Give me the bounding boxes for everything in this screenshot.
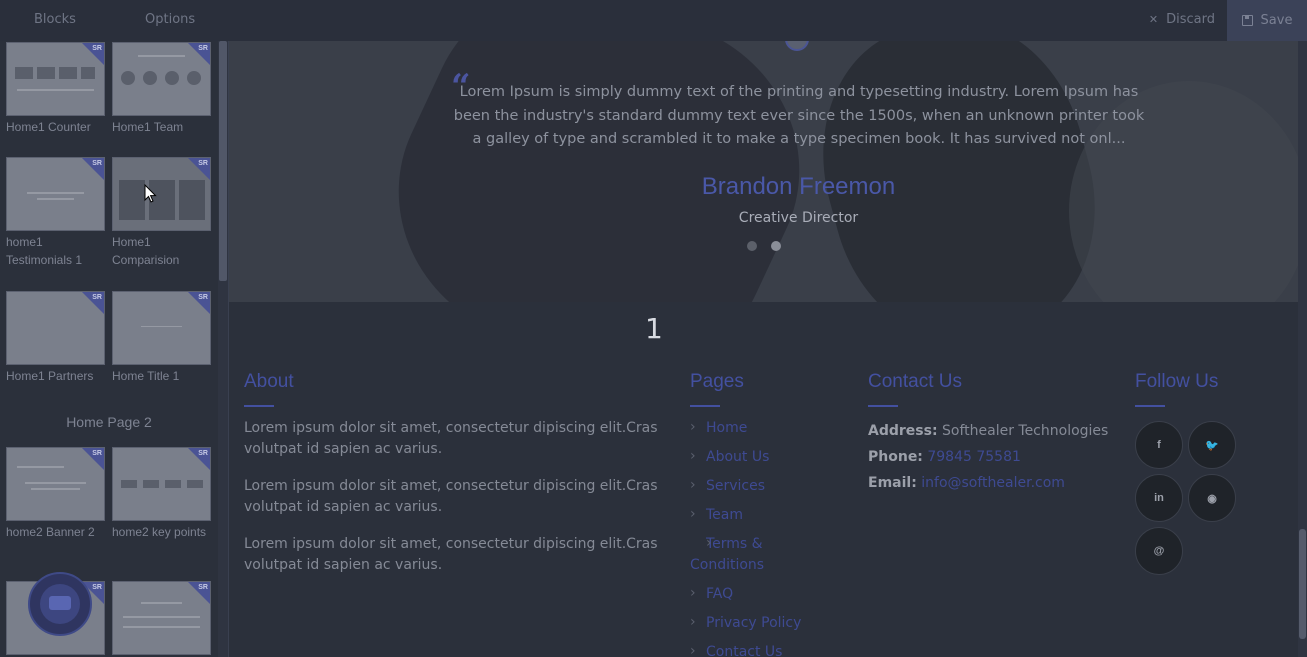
section-title: Home Page 2 [66,414,152,430]
mouse-cursor-icon [144,184,157,203]
pages-underline [690,405,720,407]
about-underline [244,405,274,407]
github-icon[interactable]: ◉ [1188,474,1236,522]
block-thumbnail: SR [112,157,211,231]
block-label: home2 key points [112,525,207,539]
scrollbar-thumb[interactable] [1299,529,1306,639]
block-thumbnail: SR [6,42,105,116]
pages-title: Pages [690,371,744,392]
follow-title: Follow Us [1135,371,1219,392]
discard-button[interactable]: ✕ Discard [1149,12,1215,27]
tab-blocks[interactable]: Blocks [34,12,76,27]
footer-link-privacy[interactable]: Privacy Policy [690,612,820,634]
block-label: Home Title 1 [112,369,180,383]
badge-text: SR [198,294,208,301]
page-preview: “ Lorem Ipsum is simply dummy text of th… [229,41,1298,657]
block-item[interactable]: SR Home1 Counter [6,42,105,136]
contact-details: Address: Softhealer Technologies Phone: … [868,418,1108,496]
contact-email-row: Email: info@softhealer.com [868,470,1108,496]
email-link[interactable]: info@softhealer.com [921,475,1065,491]
save-icon [1241,15,1253,26]
testimonial-section: “ Lorem Ipsum is simply dummy text of th… [229,41,1298,302]
badge-text: SR [92,294,102,301]
block-thumbnail: SR [112,447,211,521]
carousel-dot[interactable] [747,241,757,251]
footer-link-about-us[interactable]: About Us [690,446,820,468]
block-item[interactable]: SR Home Title 1 [112,291,211,385]
phone-label: Phone: [868,449,923,465]
badge-text: SR [92,45,102,52]
contact-address-row: Address: Softhealer Technologies [868,418,1108,444]
block-item[interactable]: SR home1 Testimonials 1 [6,157,105,269]
carousel-dots [747,241,781,251]
footer-link-contact[interactable]: Contact Us [690,641,820,657]
page-number: 1 [645,312,663,345]
footer-link-services[interactable]: Services [690,475,820,497]
block-thumbnail: SR [112,42,211,116]
block-thumbnail: SR [112,581,211,655]
follow-underline [1135,405,1165,407]
email-label: Email: [868,475,917,491]
chat-widget-button[interactable] [28,572,92,636]
tab-options[interactable]: Options [145,12,195,27]
block-thumbnail: SR [6,447,105,521]
facebook-icon[interactable]: f [1135,421,1183,469]
about-title: About [244,371,294,392]
email-icon[interactable]: @ [1135,527,1183,575]
footer-link-team[interactable]: Team [690,504,820,526]
pages-link-list: Home About Us Services Team Terms & Cond… [690,417,820,657]
blocks-panel: SR Home1 Counter SR Home1 Team SR home1 … [0,41,229,657]
testimonial-role: Creative Director [738,210,859,226]
panel-scrollbar[interactable] [218,41,228,657]
about-paragraph: Lorem ipsum dolor sit amet, consectetur … [244,536,658,573]
testimonial-text: Lorem Ipsum is simply dummy text of the … [453,84,1145,147]
block-item[interactable]: SR Home1 Team [112,42,211,136]
block-thumbnail: SR [112,291,211,365]
testimonial-name: Brandon Freemon [701,173,896,200]
discard-label: Discard [1166,12,1215,27]
contact-title: Contact Us [868,371,962,392]
footer-link-terms[interactable]: Terms & Conditions [690,533,820,576]
block-label: home2 Banner 2 [6,525,95,539]
about-paragraph: Lorem ipsum dolor sit amet, consectetur … [244,420,658,457]
block-item[interactable]: SR Home1 Comparision [112,157,211,269]
badge-text: SR [198,450,208,457]
block-label: Home1 Counter [6,120,91,134]
save-label: Save [1260,13,1293,28]
block-item[interactable]: SR home2 key points [112,447,211,541]
block-thumbnail: SR [6,157,105,231]
block-item[interactable]: SR home2 Banner 2 [6,447,105,541]
carousel-dot-active[interactable] [771,241,781,251]
save-button[interactable]: Save [1227,0,1307,41]
avatar [785,41,809,51]
chat-icon [40,584,80,624]
badge-text: SR [92,160,102,167]
twitter-icon[interactable]: 🐦 [1188,421,1236,469]
block-item[interactable]: SR [112,581,211,655]
contact-phone-row: Phone: 79845 75581 [868,444,1108,470]
badge-text: SR [198,160,208,167]
block-label: Home1 Team [112,120,184,134]
about-paragraph: Lorem ipsum dolor sit amet, consectetur … [244,478,658,515]
address-label: Address: [868,423,938,439]
badge-text: SR [92,584,102,591]
badge-text: SR [198,45,208,52]
scrollbar-thumb[interactable] [219,41,227,281]
badge-text: SR [92,450,102,457]
top-toolbar: Blocks Options ✕ Discard Save [0,0,1307,41]
block-label: home1 Testimonials 1 [6,235,83,267]
contact-underline [868,405,898,407]
footer-link-home[interactable]: Home [690,417,820,439]
block-label: Home1 Partners [6,369,94,383]
footer-link-faq[interactable]: FAQ [690,583,820,605]
address-value: Softhealer Technologies [942,423,1109,439]
badge-text: SR [198,584,208,591]
phone-link[interactable]: 79845 75581 [927,449,1021,465]
block-thumbnail: SR [6,291,105,365]
close-icon: ✕ [1148,13,1159,26]
block-item[interactable]: SR Home1 Partners [6,291,105,385]
linkedin-icon[interactable]: in [1135,474,1183,522]
block-label: Home1 Comparision [112,235,180,267]
preview-scrollbar[interactable] [1298,41,1307,657]
